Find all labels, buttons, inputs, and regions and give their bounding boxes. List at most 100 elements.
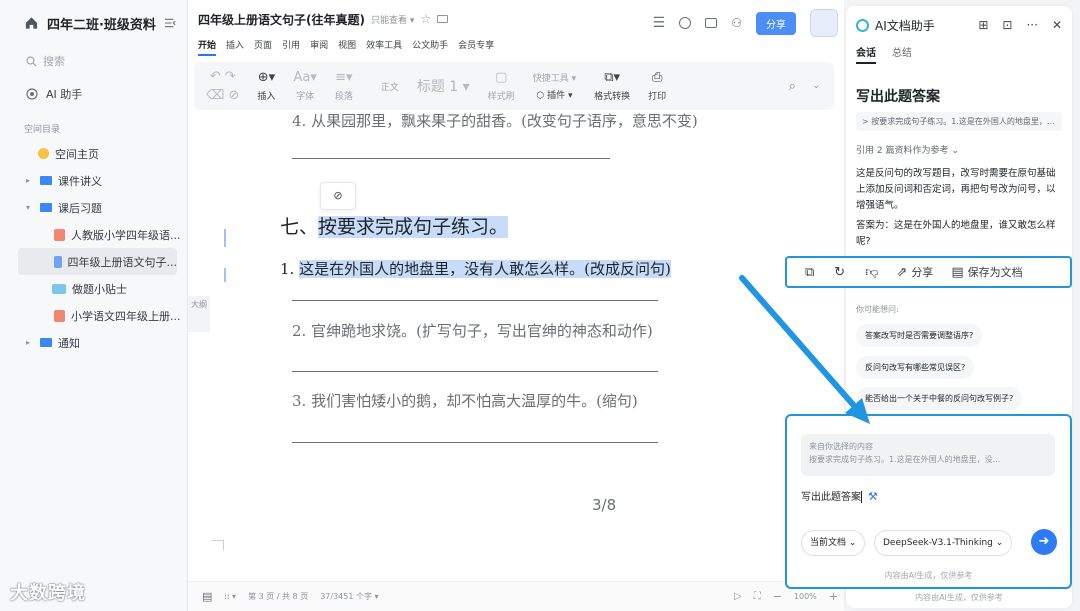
new-chat-icon[interactable]: ⊞ bbox=[978, 18, 988, 32]
user-question: 写出此题答案 bbox=[856, 89, 940, 105]
menu-official[interactable]: 公文助手 bbox=[412, 38, 448, 56]
tab-summary[interactable]: 总结 bbox=[892, 44, 912, 70]
present-icon[interactable] bbox=[705, 18, 718, 28]
menu-efficiency[interactable]: 效率工具 bbox=[366, 38, 402, 56]
ribbon-toolbar: ↶ ↷ ⌫ ⊘ ⊕▾ 插入 Aa▾ 字体 ≡▾ 段落 正文 标题 1 ▾ ▢ 样式刷 快捷… bbox=[194, 62, 834, 110]
font-button[interactable]: Aa▾ 字体 bbox=[293, 70, 316, 102]
workspace-title[interactable]: 四年二班·班级资料 bbox=[47, 14, 156, 33]
context-text: 按要求完成句子练习。1.这是在外国人的地盘里，没... bbox=[809, 455, 1001, 464]
suggestion-chip[interactable]: 反问句改写有哪些常见误区? bbox=[856, 356, 975, 379]
menu-reference[interactable]: 引用 bbox=[282, 38, 300, 56]
tree-item-label: 做题小贴士 bbox=[72, 282, 127, 296]
collapse-ribbon-icon[interactable]: ⌄ bbox=[812, 81, 820, 91]
paragraph-button[interactable]: ≡▾ 段落 bbox=[335, 70, 353, 102]
sun-icon bbox=[38, 148, 49, 159]
tree-item-notice[interactable]: ▸ 通知 bbox=[0, 329, 187, 356]
chevron-right-icon[interactable]: ▸ bbox=[26, 338, 34, 347]
menu-member[interactable]: 会员专享 bbox=[458, 38, 494, 56]
share-button[interactable]: 分享 bbox=[756, 11, 796, 35]
chat-input[interactable]: 写出此题答案 ⚒ bbox=[801, 488, 878, 503]
tab-chat[interactable]: 会话 bbox=[856, 44, 876, 64]
format-convert-label: 格式转换 bbox=[594, 92, 631, 102]
menu-insert[interactable]: 插入 bbox=[226, 38, 244, 56]
style-brush-button[interactable]: ▢ 样式刷 bbox=[488, 70, 515, 102]
history-icon[interactable]: ⊡ bbox=[1002, 18, 1012, 32]
more-icon[interactable]: ··· bbox=[1026, 18, 1037, 32]
permission-dropdown[interactable]: 只能查看 ▾ bbox=[371, 13, 414, 26]
reference-toggle[interactable]: 引用 2 篇资料作为参考 ⌄ bbox=[846, 131, 1072, 156]
search-input[interactable]: 搜索 bbox=[18, 48, 177, 74]
tree-item-doc[interactable]: 人教版小学四年级语... bbox=[0, 221, 187, 248]
insert-button[interactable]: ⊕▾ 插入 bbox=[257, 70, 275, 102]
menu-review[interactable]: 审阅 bbox=[310, 38, 328, 56]
home-icon[interactable] bbox=[24, 15, 39, 31]
suggestion-chip[interactable]: 答案改写时是否需要调整语序? bbox=[856, 324, 983, 347]
reference-label: 引用 2 篇资料作为参考 bbox=[856, 146, 949, 156]
search-doc-icon[interactable]: ⌕ bbox=[789, 79, 796, 94]
clock-icon[interactable] bbox=[679, 17, 692, 29]
magic-wand-icon[interactable]: ⚒ bbox=[868, 490, 878, 503]
tree-item-tips[interactable]: 做题小贴士 bbox=[0, 275, 187, 302]
menu-start[interactable]: 开始 bbox=[198, 38, 217, 56]
play-icon[interactable]: ▷ bbox=[734, 591, 742, 602]
answer-actions-bar: ⧉ ↻ 👎︎ ⇗ 分享 ▤ 保存为文档 bbox=[785, 256, 1072, 288]
send-button[interactable]: ➜ bbox=[1031, 529, 1057, 555]
question-2: 2. 官绅跪地求饶。(扩写句子，写出官绅的神态和动作) bbox=[292, 322, 653, 340]
ai-assistant-link[interactable]: AI 助手 bbox=[0, 78, 187, 110]
dislike-button[interactable]: 👎︎ bbox=[865, 265, 878, 280]
format-convert-button[interactable]: ⧉▾ 格式转换 bbox=[594, 70, 630, 102]
fullscreen-icon[interactable]: ⛶ bbox=[754, 591, 761, 602]
body-style[interactable]: 正文 bbox=[381, 80, 399, 93]
thumbs-down-icon: 👎︎ bbox=[865, 264, 879, 280]
format-painter-icon[interactable]: ⌫ ⊘ bbox=[206, 88, 239, 103]
user-icon[interactable]: ⚇ bbox=[731, 16, 742, 30]
tree-item-label: 课后习题 bbox=[58, 201, 102, 215]
folder-outline-icon[interactable] bbox=[437, 15, 449, 23]
menu-icon[interactable]: ☰ bbox=[653, 15, 666, 31]
share-answer-button[interactable]: ⇗ 分享 bbox=[896, 264, 933, 280]
dots-icon[interactable]: ⁞⁞ ▾ bbox=[224, 592, 236, 601]
tree-item-exercises[interactable]: ▾ 课后习题 bbox=[0, 194, 187, 221]
zoom-out-icon[interactable]: − bbox=[773, 590, 782, 603]
doc-title[interactable]: 四年级上册语文句子(往年真题) bbox=[198, 11, 365, 28]
word-count[interactable]: 37/3451 个字 ▾ bbox=[320, 591, 378, 602]
regenerate-button[interactable]: ↻ bbox=[834, 265, 845, 280]
tree-item-home[interactable]: 空间主页 bbox=[0, 140, 187, 167]
ai-logo-icon bbox=[856, 18, 869, 32]
print-button[interactable]: ⎙ 打印 bbox=[648, 70, 666, 102]
change-marker bbox=[224, 268, 226, 282]
footer-disclaimer: 内容由AI生成，仅供参考 bbox=[915, 593, 1003, 602]
suggestion-chip[interactable]: 能否给出一个关于中餐的反问句改写例子? bbox=[856, 387, 1023, 410]
tree-item-doc[interactable]: 小学语文四年级上册... bbox=[0, 302, 187, 329]
ai-panel-title: AI文档助手 bbox=[875, 18, 935, 33]
tree-item-doc-active[interactable]: 四年级上册语文句子... bbox=[18, 248, 177, 275]
close-icon[interactable]: ✕ bbox=[1052, 18, 1062, 32]
plugins-label[interactable]: ⬡ 插件 ▾ bbox=[536, 88, 572, 101]
avatar[interactable] bbox=[810, 9, 838, 37]
save-as-doc-button[interactable]: ▤ 保存为文档 bbox=[951, 264, 1022, 280]
chevron-down-icon[interactable]: ▾ bbox=[26, 203, 34, 212]
quick-tools-button[interactable]: 快捷工具 ▾ ⬡ 插件 ▾ bbox=[533, 71, 576, 101]
save-as-doc-label: 保存为文档 bbox=[967, 266, 1023, 279]
outline-tab[interactable]: 大纲 bbox=[188, 296, 210, 332]
menu-page[interactable]: 页面 bbox=[254, 38, 272, 56]
copy-button[interactable]: ⧉ bbox=[805, 265, 814, 280]
doc-outline-icon[interactable]: ▤ bbox=[202, 590, 212, 603]
zoom-in-icon[interactable]: + bbox=[829, 590, 844, 603]
menu-view[interactable]: 视图 bbox=[338, 38, 356, 56]
model-select[interactable]: DeepSeek-V3.1-Thinking ⌄ bbox=[874, 530, 1013, 556]
scope-select[interactable]: 当前文档 ⌄ bbox=[801, 530, 866, 556]
zoom-level[interactable]: 100% bbox=[794, 592, 817, 601]
tree-item-courseware[interactable]: ▸ 课件讲义 bbox=[0, 167, 187, 194]
quoted-content: > 按要求完成句子练习。1.这是在外国人的地盘里，没有人敢怎么样。 bbox=[856, 112, 1062, 131]
chat-input-text: 写出此题答案 bbox=[801, 492, 861, 503]
section-label: 空间目录 bbox=[24, 125, 61, 135]
star-icon[interactable]: ☆ bbox=[420, 12, 431, 26]
list-toggle-icon[interactable] bbox=[164, 17, 177, 29]
chevron-right-icon[interactable]: ▸ bbox=[26, 176, 34, 185]
selected-context[interactable]: 来自你选择的内容 按要求完成句子练习。1.这是在外国人的地盘里，没... bbox=[801, 434, 1055, 476]
heading-style[interactable]: 标题 1 ▾ bbox=[417, 76, 470, 96]
undo-icon[interactable]: ↶ ↷ bbox=[210, 69, 236, 84]
undo-redo-group[interactable]: ↶ ↷ ⌫ ⊘ bbox=[206, 69, 239, 103]
comment-float-button[interactable]: ⊘ bbox=[320, 182, 356, 210]
